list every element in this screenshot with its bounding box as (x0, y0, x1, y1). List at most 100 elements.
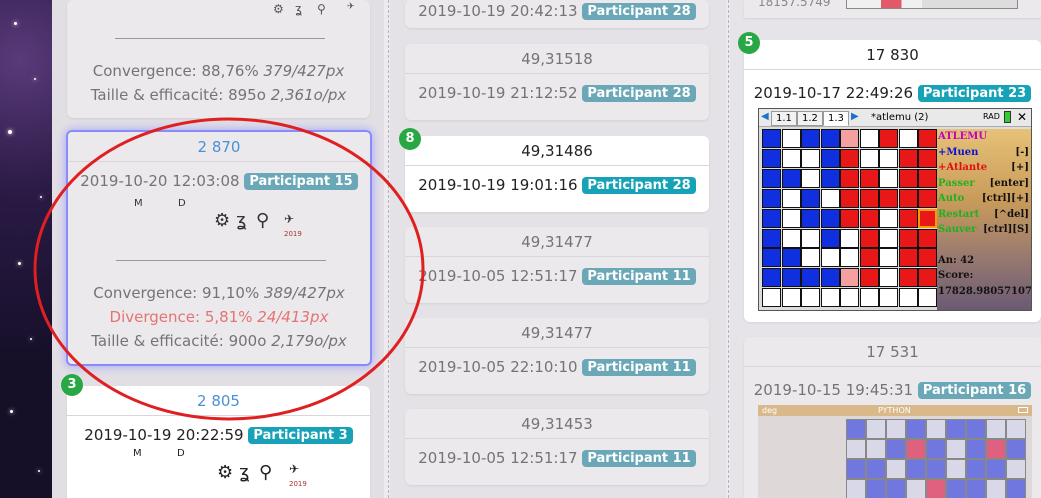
grid-cell (801, 248, 820, 268)
grid-cell (859, 228, 879, 248)
grid-cell (986, 419, 1006, 439)
divergence-row: Divergence: 5,81% 24/413px (109, 308, 329, 326)
score-label: Score: (938, 270, 974, 281)
angle-mode: deg (762, 406, 778, 415)
grid-cell (886, 479, 906, 498)
grid-cell (820, 288, 840, 308)
grid-cell (801, 188, 820, 208)
participant-badge[interactable]: Participant 23 (917, 85, 1032, 102)
grid-cell (918, 188, 937, 208)
grid-cell (906, 459, 926, 479)
grid-cell (781, 288, 801, 308)
grid-cell (879, 228, 898, 248)
participant-badge[interactable]: Participant 28 (582, 3, 696, 20)
grid-cell (801, 208, 820, 228)
submission-icons: M D ⚙ ʓ ⚲ ✈ 2019 (68, 198, 370, 244)
entry-value: 49,31453 (405, 409, 709, 439)
game-title: ATLEMU (938, 131, 988, 142)
grid-cell (801, 148, 820, 168)
participant-badge[interactable]: Participant 11 (582, 450, 696, 467)
grid-cell (898, 188, 918, 208)
grid-cell (840, 129, 859, 148)
grid-cell (820, 148, 840, 168)
entry-card[interactable]: 2 805 2019-10-19 20:22:59 Participant 3 … (67, 386, 370, 498)
grid-cell (859, 129, 879, 148)
grid-cell (781, 168, 801, 188)
grid-cell (781, 268, 801, 288)
entry-card[interactable]: 18157.5749 (744, 0, 1041, 18)
arrow-right-icon: ▶ (851, 111, 859, 122)
entry-meta: 2019-10-17 22:49:26 Participant 23 (744, 84, 1041, 102)
grid-cell (801, 168, 820, 188)
grid-cell (840, 208, 859, 228)
grid-cell (898, 208, 918, 228)
grid-cell (840, 168, 859, 188)
participant-badge[interactable]: Participant 11 (582, 359, 696, 376)
grid-cell (879, 288, 898, 308)
entry-card[interactable]: 49,31477 2019-10-05 12:51:17 Participant… (405, 227, 709, 303)
grid-cell (986, 459, 1006, 479)
tool-icon: ⚲ (259, 462, 273, 483)
grid-cell (946, 419, 966, 439)
grid-cell (898, 228, 918, 248)
entry-card[interactable]: 49,31453 2019-10-05 12:51:17 Participant… (405, 409, 709, 485)
participant-badge[interactable]: Participant 11 (582, 268, 696, 285)
grid-cell (879, 248, 898, 268)
submission-icons: M D ⚙ ʓ ⚲ ✈ 2019 (67, 448, 370, 498)
entry-score: 17 830 (744, 40, 1041, 70)
entry-meta: 2019-10-20 12:03:08 Participant 15 (68, 172, 370, 190)
entry-card[interactable]: ⚙ ʓ ⚲ ✈ Convergence: 88,76% 379/427px Ta… (67, 0, 370, 118)
separator-line (115, 38, 325, 39)
grid-cell (986, 479, 1006, 498)
entry-value: 49,31486 (405, 136, 709, 166)
robot-icon: ⚙ (214, 210, 231, 231)
entry-meta: 2019-10-15 19:45:31 Participant 16 (744, 381, 1041, 399)
grid-cell (859, 188, 879, 208)
zigzag-icon: ʓ (295, 2, 302, 16)
grid-cell (762, 208, 781, 228)
participant-badge[interactable]: Participant 28 (582, 177, 696, 194)
grid-cell (918, 148, 937, 168)
entry-card[interactable]: 49,31486 2019-10-19 19:01:16 Participant… (405, 136, 709, 212)
participant-badge[interactable]: Participant 3 (248, 427, 353, 444)
grid-cell (781, 188, 801, 208)
grid-cell (801, 228, 820, 248)
participant-badge[interactable]: Participant 28 (582, 85, 696, 102)
entry-score: 2 805 (67, 386, 370, 416)
column-divider (388, 0, 389, 498)
grid-cell (846, 439, 866, 459)
grid-cell (918, 168, 937, 188)
grid-cell (859, 208, 879, 228)
grid-cell (859, 248, 879, 268)
tab-1-2: 1.2 (797, 111, 823, 126)
entry-meta: 2019-10-19 21:12:52 Participant 28 (405, 84, 709, 102)
selected-entry-card[interactable]: 2 870 2019-10-20 12:03:08 Participant 15… (66, 130, 372, 366)
grid-cell (820, 168, 840, 188)
participant-badge[interactable]: Participant 15 (244, 173, 358, 190)
entry-card[interactable]: 49,31477 2019-10-05 22:10:10 Participant… (405, 318, 709, 394)
logo-icon: ✈ (284, 212, 295, 226)
grid-cell (898, 168, 918, 188)
grid-cell (762, 248, 781, 268)
submission-icons: ⚙ ʓ ⚲ ✈ (273, 2, 368, 36)
participant-badge[interactable]: Participant 16 (917, 382, 1032, 399)
grid-cell (820, 188, 840, 208)
grid-cell (1006, 419, 1026, 439)
year-label: 2019 (289, 480, 307, 488)
angle-mode: RAD (983, 112, 1000, 121)
size-efficiency-row: Taille & efficacité: 895o 2,361o/px (90, 86, 347, 104)
grid-cell (946, 439, 966, 459)
grid-cell (859, 288, 879, 308)
entry-card[interactable]: 2019-10-19 20:42:13 Participant 28 (405, 0, 709, 28)
grid-cell (926, 419, 946, 439)
grid-cell (918, 228, 937, 248)
space-background (0, 0, 52, 498)
entry-card[interactable]: 49,31518 2019-10-19 21:12:52 Participant… (405, 44, 709, 120)
entry-score: 2 870 (68, 132, 370, 162)
grid-cell (918, 268, 937, 288)
year-label: 2019 (284, 230, 302, 238)
grid-cell (781, 129, 801, 148)
previous-grid-strip (846, 0, 1018, 9)
app-name: PYTHON (878, 406, 911, 415)
grid-cell (879, 268, 898, 288)
